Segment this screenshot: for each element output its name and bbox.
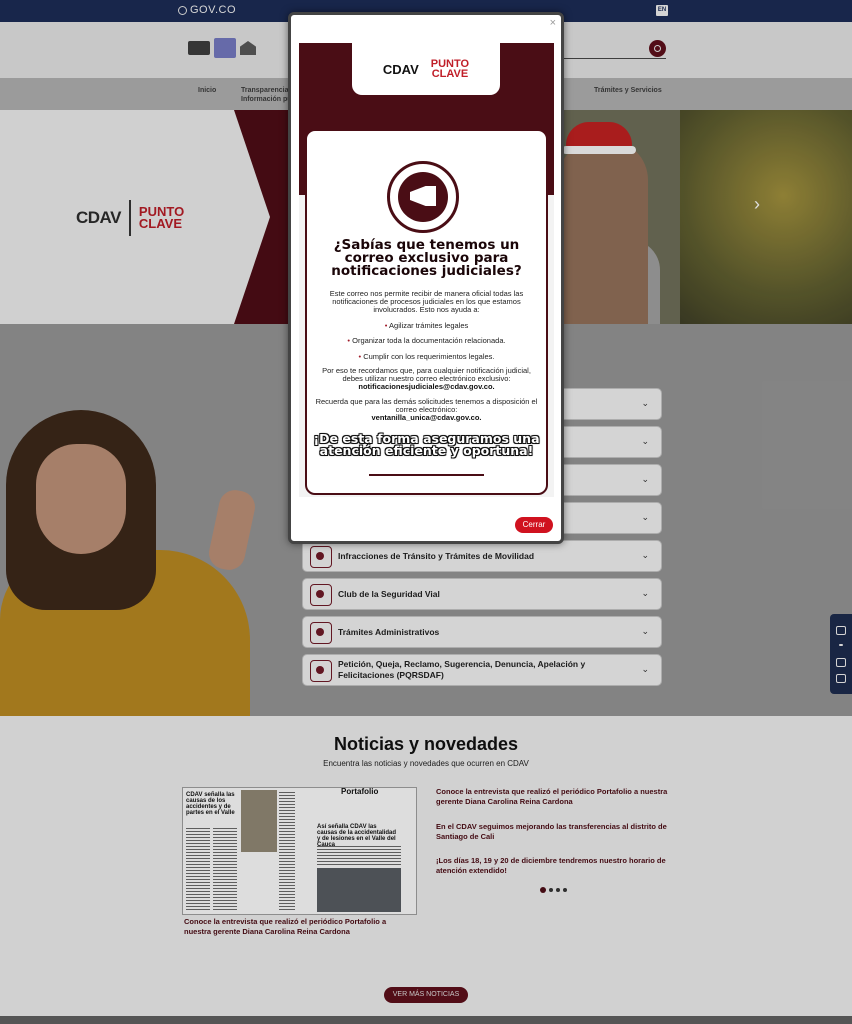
flyer-pc-word-2: CLAVE — [431, 68, 469, 80]
flyer-reminder: Por eso te recordamos que, para cualquie… — [313, 367, 540, 391]
woman-pointing-image — [0, 410, 270, 716]
gov-co-label: GOV.CO — [190, 4, 236, 16]
hero-brand: CDAV PUNTO CLAVE — [76, 200, 184, 236]
notification-modal: × CDAV PUNTO CLAVE ¿Sabías que tenemos u… — [288, 12, 564, 544]
text-decrease-icon[interactable] — [836, 674, 846, 683]
language-toggle-button[interactable]: EN — [656, 5, 668, 16]
flyer-bullet-1: Agilizar trámites legales — [313, 321, 540, 330]
woman-hand — [206, 487, 258, 573]
accordion-infracciones[interactable]: Infracciones de Tránsito y Trámites de M… — [302, 540, 662, 572]
contrast-icon[interactable] — [836, 626, 846, 635]
featured-news-caption[interactable]: Conoce la entrevista que realizó el peri… — [184, 917, 414, 937]
hero-cdav-logo: CDAV — [76, 208, 121, 227]
carousel-dot[interactable] — [540, 887, 546, 893]
nav-item-tramites[interactable]: Trámites y Servicios — [594, 86, 662, 95]
see-more-news-button[interactable]: VER MÁS NOTICIAS — [384, 987, 468, 1003]
news-title: Noticias y novedades — [333, 734, 519, 754]
chevron-down-icon[interactable]: ⌄ — [641, 474, 649, 485]
carousel-dot[interactable] — [563, 888, 567, 892]
shield-hand-icon — [310, 584, 332, 606]
news-subtitle: Encuentra las noticias y novedades que o… — [323, 759, 529, 768]
carousel-next-arrow-icon[interactable]: › — [754, 194, 760, 215]
officer-icon — [310, 622, 332, 644]
flyer-reminder-text: Por eso te recordamos que, para cualquie… — [322, 366, 531, 383]
search-icon[interactable] — [649, 40, 666, 57]
modal-flyer-image: CDAV PUNTO CLAVE ¿Sabías que tenemos un … — [299, 43, 554, 497]
search-input[interactable] — [560, 39, 666, 59]
accordion-tramites-administrativos[interactable]: Trámites Administrativos ⌄ — [302, 616, 662, 648]
flyer-divider — [369, 474, 484, 476]
paper-headline-2: Así señalla CDAV las causas de la accide… — [317, 824, 397, 848]
paper-text-column — [186, 828, 210, 912]
accessibility-widget[interactable] — [830, 614, 852, 694]
paper-headline-1: CDAV señalla las causas de los accidente… — [186, 792, 235, 816]
carousel-dot[interactable] — [549, 888, 553, 892]
news-link-1[interactable]: Conoce la entrevista que realizó el peri… — [436, 787, 676, 807]
accordion-label: Petición, Queja, Reclamo, Sugerencia, De… — [338, 659, 586, 680]
flyer-logos: CDAV PUNTO CLAVE — [352, 43, 500, 95]
building-logo-icon — [240, 41, 256, 55]
accordion-label: Infracciones de Tránsito y Trámites de M… — [338, 550, 535, 561]
chevron-down-icon[interactable]: ⌄ — [641, 550, 649, 561]
flyer-bullet-2: Organizar toda la documentación relacion… — [313, 336, 540, 345]
chevron-down-icon[interactable]: ⌄ — [641, 436, 649, 447]
flyer-intro: Este correo nos permite recibir de maner… — [329, 289, 524, 314]
paper-text-column — [213, 828, 237, 912]
accordion-label: Trámites Administrativos — [338, 626, 440, 637]
flyer-other-text: Recuerda que para las demás solicitudes … — [315, 397, 538, 414]
judicial-email: notificacionesjudiciales@cdav.gov.co. — [358, 382, 495, 391]
hero-logo-divider — [128, 200, 131, 236]
woman-face — [36, 444, 126, 554]
paper-car-photo — [317, 868, 401, 912]
ventanilla-email: ventanilla_unica@cdav.gov.co. — [371, 413, 482, 422]
people-chat-icon — [310, 660, 332, 682]
chevron-down-icon[interactable]: ⌄ — [641, 626, 649, 637]
accordion-club-seguridad-vial[interactable]: Club de la Seguridad Vial ⌄ — [302, 578, 662, 610]
footer-bar — [0, 1016, 852, 1024]
gov-co-icon — [178, 5, 187, 15]
chevron-down-icon[interactable]: ⌄ — [641, 512, 649, 523]
news-carousel-dots — [540, 887, 567, 893]
hero-punto-clave-logo: PUNTO CLAVE — [138, 205, 184, 231]
close-button[interactable]: Cerrar — [515, 517, 553, 533]
santa-hat-image — [562, 122, 636, 154]
gov-co-logo[interactable]: GOV.CO — [178, 4, 236, 16]
close-icon[interactable]: × — [550, 17, 556, 29]
chevron-down-icon[interactable]: ⌄ — [641, 588, 649, 599]
paper-masthead: Portafolio — [341, 787, 379, 796]
news-featured-image[interactable]: CDAV señalla las causas de los accidente… — [182, 787, 417, 915]
nav-item-transparencia[interactable]: Transparencia y — [241, 86, 294, 95]
news-section: Noticias y novedades Encuentra las notic… — [0, 716, 852, 1016]
traffic-icon — [310, 546, 332, 568]
paper-text-column — [279, 792, 295, 912]
flyer-question: ¿Sabías que tenemos un correo exclusivo … — [331, 237, 522, 279]
cdav-logo-icon — [188, 41, 210, 55]
punto-clave-logo-icon — [214, 38, 236, 58]
flyer-punto-clave-logo: PUNTO CLAVE — [431, 59, 469, 80]
flyer-bullet-3: Cumplir con los requerimientos legales. — [313, 352, 540, 361]
nav-item-transparencia-line2[interactable]: Información pú — [241, 95, 292, 104]
chevron-down-icon[interactable]: ⌄ — [641, 398, 649, 409]
accordion-label: Club de la Seguridad Vial — [338, 588, 440, 599]
carousel-dot[interactable] — [556, 888, 560, 892]
megaphone-icon — [387, 161, 459, 233]
hero-pc-word-2: CLAVE — [138, 216, 183, 231]
text-increase-icon[interactable] — [836, 658, 846, 667]
header-logos[interactable] — [188, 38, 256, 58]
flyer-cdav-logo: CDAV — [382, 61, 419, 77]
accordion-pqrsdaf[interactable]: Petición, Queja, Reclamo, Sugerencia, De… — [302, 654, 662, 686]
flyer-other: Recuerda que para las demás solicitudes … — [313, 398, 540, 422]
paper-photo — [241, 790, 277, 852]
nav-item-inicio[interactable]: Inicio — [198, 86, 216, 95]
christmas-tree-image — [680, 110, 852, 324]
paper-text-column — [317, 846, 401, 866]
chevron-down-icon[interactable]: ⌄ — [641, 664, 649, 675]
divider-icon — [839, 644, 843, 646]
news-link-3[interactable]: ¡Los días 18, 19 y 20 de diciembre tendr… — [436, 856, 676, 876]
hero-person-image — [558, 140, 648, 324]
flyer-closing: ¡De esta forma aseguramos una atención e… — [313, 431, 540, 458]
news-link-2[interactable]: En el CDAV seguimos mejorando las transf… — [436, 822, 676, 842]
